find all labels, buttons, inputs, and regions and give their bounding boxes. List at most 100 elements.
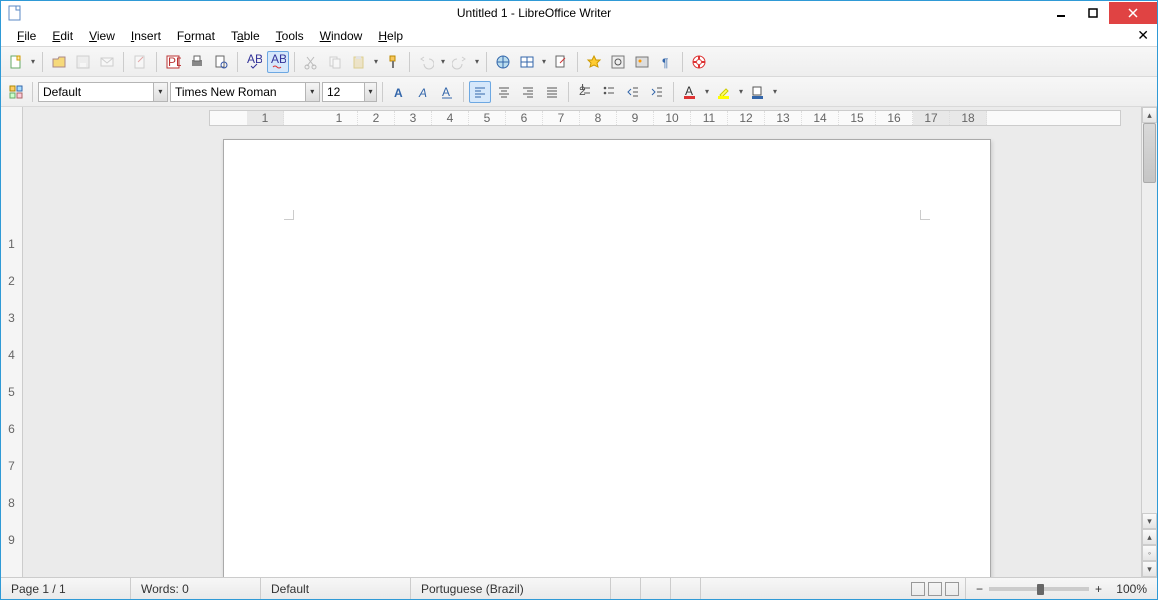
paragraph-style-input[interactable] <box>39 85 153 99</box>
styles-window-button[interactable] <box>5 81 27 103</box>
print-preview-button[interactable] <box>210 51 232 73</box>
multi-page-view-icon[interactable] <box>928 582 942 596</box>
menu-insert[interactable]: Insert <box>123 27 169 45</box>
nonprinting-chars-button[interactable]: ¶ <box>655 51 677 73</box>
zoom-out-button[interactable]: − <box>976 582 983 596</box>
zoom-in-button[interactable]: + <box>1095 582 1102 596</box>
menu-edit[interactable]: Edit <box>44 27 81 45</box>
bold-button[interactable]: A <box>388 81 410 103</box>
align-right-button[interactable] <box>517 81 539 103</box>
menu-help[interactable]: Help <box>370 27 411 45</box>
single-page-view-icon[interactable] <box>911 582 925 596</box>
menu-file[interactable]: File <box>9 27 44 45</box>
status-words[interactable]: Words: 0 <box>131 578 261 599</box>
background-color-button[interactable] <box>747 81 769 103</box>
redo-button[interactable] <box>449 51 471 73</box>
zoom-slider[interactable] <box>989 587 1089 591</box>
status-signature[interactable] <box>671 578 701 599</box>
new-button[interactable] <box>5 51 27 73</box>
new-dropdown[interactable]: ▾ <box>29 51 37 73</box>
decrease-indent-button[interactable] <box>622 81 644 103</box>
highlight-color-dropdown[interactable]: ▾ <box>737 81 745 103</box>
zoom-slider-thumb[interactable] <box>1037 584 1044 595</box>
font-name-input[interactable] <box>171 85 305 99</box>
print-button[interactable] <box>186 51 208 73</box>
status-insert-mode[interactable] <box>611 578 641 599</box>
work-area: 1 2 3 4 5 6 7 8 9 1 1 2 3 4 5 6 7 8 9 10 <box>1 107 1157 577</box>
font-size-input[interactable] <box>323 85 364 99</box>
scroll-down-button[interactable]: ▾ <box>1142 513 1157 529</box>
navigation-button[interactable]: ◦ <box>1142 545 1157 561</box>
increase-indent-button[interactable] <box>646 81 668 103</box>
navigator-button[interactable] <box>607 51 629 73</box>
vruler-tick: 2 <box>8 262 15 299</box>
menu-format[interactable]: Format <box>169 27 223 45</box>
book-view-icon[interactable] <box>945 582 959 596</box>
italic-button[interactable]: A <box>412 81 434 103</box>
edit-file-button[interactable] <box>129 51 151 73</box>
copy-button[interactable] <box>324 51 346 73</box>
minimize-button[interactable] <box>1045 2 1077 24</box>
open-button[interactable] <box>48 51 70 73</box>
menu-window[interactable]: Window <box>312 27 371 45</box>
font-size-dropdown[interactable]: ▾ <box>364 83 376 101</box>
next-page-button[interactable]: ▾ <box>1142 561 1157 577</box>
redo-dropdown[interactable]: ▾ <box>473 51 481 73</box>
hyperlink-button[interactable] <box>492 51 514 73</box>
undo-dropdown[interactable]: ▾ <box>439 51 447 73</box>
hruler-tick: 8 <box>580 111 617 125</box>
status-page[interactable]: Page 1 / 1 <box>1 578 131 599</box>
save-button[interactable] <box>72 51 94 73</box>
zoom-percent[interactable]: 100% <box>1112 578 1157 599</box>
email-button[interactable] <box>96 51 118 73</box>
paste-button[interactable] <box>348 51 370 73</box>
help-button[interactable] <box>688 51 710 73</box>
spelling-button[interactable]: ABC <box>243 51 265 73</box>
insert-table-button[interactable] <box>516 51 538 73</box>
vertical-scrollbar[interactable]: ▴ ▾ ▴ ◦ ▾ <box>1141 107 1157 577</box>
paste-dropdown[interactable]: ▾ <box>372 51 380 73</box>
document-page[interactable] <box>223 139 991 577</box>
font-size-combo[interactable]: ▾ <box>322 82 377 102</box>
underline-button[interactable]: A <box>436 81 458 103</box>
page-area[interactable] <box>23 129 1141 577</box>
menu-tools[interactable]: Tools <box>268 27 312 45</box>
insert-table-dropdown[interactable]: ▾ <box>540 51 548 73</box>
paragraph-style-dropdown[interactable]: ▾ <box>153 83 167 101</box>
gallery-button[interactable] <box>631 51 653 73</box>
auto-spellcheck-button[interactable]: ABC <box>267 51 289 73</box>
justify-button[interactable] <box>541 81 563 103</box>
align-center-button[interactable] <box>493 81 515 103</box>
align-left-button[interactable] <box>469 81 491 103</box>
font-name-combo[interactable]: ▾ <box>170 82 320 102</box>
font-name-dropdown[interactable]: ▾ <box>305 83 319 101</box>
menu-view[interactable]: View <box>81 27 123 45</box>
menu-table[interactable]: Table <box>223 27 268 45</box>
scroll-track[interactable] <box>1142 123 1157 513</box>
paragraph-style-combo[interactable]: ▾ <box>38 82 168 102</box>
cut-button[interactable] <box>300 51 322 73</box>
maximize-button[interactable] <box>1077 2 1109 24</box>
show-draw-functions-button[interactable] <box>550 51 572 73</box>
font-color-button[interactable]: A <box>679 81 701 103</box>
highlight-color-button[interactable] <box>713 81 735 103</box>
status-style[interactable]: Default <box>261 578 411 599</box>
scroll-up-button[interactable]: ▴ <box>1142 107 1157 123</box>
horizontal-ruler[interactable]: 1 1 2 3 4 5 6 7 8 9 10 11 12 13 14 15 16… <box>209 110 1121 126</box>
export-pdf-button[interactable]: PDF <box>162 51 184 73</box>
background-color-dropdown[interactable]: ▾ <box>771 81 779 103</box>
undo-button[interactable] <box>415 51 437 73</box>
status-selection-mode[interactable] <box>641 578 671 599</box>
format-paintbrush-button[interactable] <box>382 51 404 73</box>
vertical-ruler[interactable]: 1 2 3 4 5 6 7 8 9 <box>1 107 23 577</box>
status-language[interactable]: Portuguese (Brazil) <box>411 578 611 599</box>
numbered-list-button[interactable]: 12 <box>574 81 596 103</box>
font-color-dropdown[interactable]: ▾ <box>703 81 711 103</box>
close-document-button[interactable]: ✕ <box>1137 27 1149 44</box>
scroll-thumb[interactable] <box>1143 123 1156 183</box>
close-button[interactable] <box>1109 2 1157 24</box>
prev-page-button[interactable]: ▴ <box>1142 529 1157 545</box>
find-replace-button[interactable] <box>583 51 605 73</box>
bullet-list-button[interactable] <box>598 81 620 103</box>
hruler-tick: 10 <box>654 111 691 125</box>
